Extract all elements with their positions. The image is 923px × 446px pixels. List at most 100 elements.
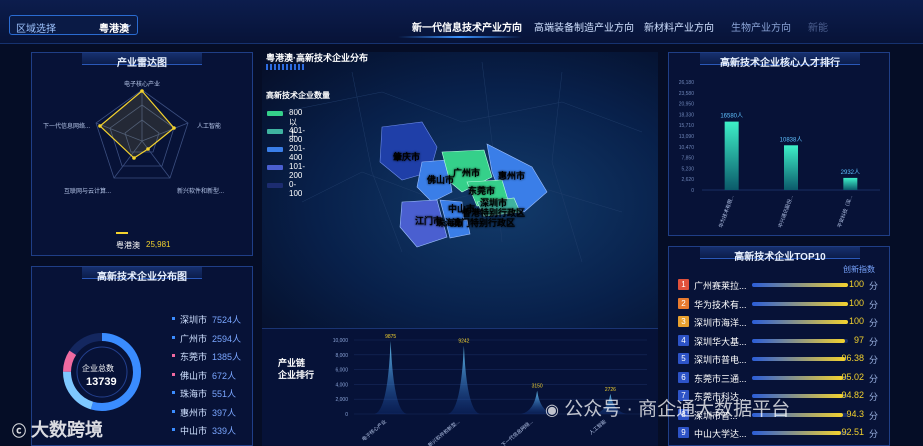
top10-rank: 1 [678,279,689,290]
top10-score: 94.82 [841,390,864,400]
talent-ytick: 23,580 [679,91,695,97]
map-city-label: 深圳市 [480,197,507,208]
talent-ytick: 0 [691,188,694,194]
chain-category-label: 电子核心产业 [360,418,387,443]
chain-ytick: 4,000 [335,382,348,388]
talent-ytick: 13,090 [679,134,695,140]
distribution-total-value: 13739 [86,376,117,388]
top10-row[interactable]: 5 深圳市普电... 96.38 分 [678,351,888,370]
watermark-right-text: 公众号 · 商企通大数据平台 [564,399,791,420]
map-city-label: 东莞市 [468,185,495,196]
tab-energy[interactable]: 新能 [808,19,828,34]
top10-bar-fill [752,301,848,306]
tab-ngit[interactable]: 新一代信息技术产业方向 [412,19,522,34]
top10-score: 97 [853,334,864,345]
map-city-label: 澳门特别行政区 [452,217,515,228]
top10-title: 高新技术企业TOP10 [734,252,826,263]
distribution-value: 551人 [212,389,237,399]
watermark-logo-icon: ⓒ [12,423,26,439]
watermark-left-text: 大数跨境 [31,420,104,440]
talent-ytick: 18,330 [679,112,695,118]
top10-row[interactable]: 4 深圳华大基... 97 分 [678,333,888,352]
distribution-value: 397人 [212,407,237,418]
distribution-city: 珠海市 [180,389,208,399]
talent-value-label: 2932人 [841,169,860,176]
chain-category-label: 下一代信息网络... [500,418,535,446]
top10-bar-fill [752,338,846,343]
distribution-item: 广州市 2594人 [172,332,252,351]
talent-bar [784,145,798,190]
top10-rank: 2 [678,297,689,309]
talent-ytick: 7,850 [681,156,694,162]
top10-bar-track [752,357,848,361]
radar-series-area [99,90,175,159]
top10-score: 94.3 [846,408,864,419]
wechat-icon: ◉ [545,402,559,419]
top10-bar-track [752,301,848,306]
distribution-dot [172,391,175,394]
distribution-city: 中山市 [180,426,208,436]
radar-legend-name: 粤港澳 [116,241,140,250]
chain-value-label: 9875 [385,334,396,340]
map-city-label: 佛山市 [426,174,454,185]
chevron-down-icon: ⌄ [124,19,133,30]
map-city-label: 广州市 [453,167,480,178]
distribution-city: 惠州市 [180,407,208,418]
distribution-item: 惠州市 397人 [172,406,252,425]
watermark-right: ◉ 公众号 · 商企通大数据平台 [545,394,790,421]
radar-legend-swatch [116,232,128,234]
talent-value-label: 16580人 [720,113,743,120]
top10-unit: 分 [868,336,878,347]
chain-value-label: 2726 [605,387,616,393]
distribution-dot [172,428,175,431]
top10-bar-track [752,375,848,380]
chain-value-label: 9242 [458,339,469,345]
distribution-value: 2594人 [212,333,242,344]
top10-rank: 5 [678,353,689,364]
radar-legend-value: 25,981 [146,240,171,249]
distribution-dot [172,372,175,376]
map-city-label: 香港特别行政区 [461,207,525,218]
top10-row[interactable]: 1 广州赛莱拉... 100 分 [678,277,888,296]
region-select[interactable]: 区域选择 粤港澳 ⌄ [9,15,138,35]
talent-category-label: 中兴通讯股份... [777,194,795,229]
radar-axis-label: 人工智能 [197,122,221,130]
talent-bar [724,121,739,190]
top10-row[interactable]: 3 深圳市海洋... 100 分 [678,314,888,333]
distribution-city: 广州市 [180,333,208,344]
watermark-left: ⓒ 大数跨境 [12,416,103,442]
top10-bar-track [752,320,848,324]
talent-category-label: 平安科技（深... [836,194,854,229]
distribution-list: 深圳市 7524人 广州市 2594人 东莞市 1385人 佛山市 672人 珠海市 551人 惠州… [172,313,252,443]
top10-company: 华为技术有... [694,299,747,310]
top10-row[interactable]: 6 东莞市三通... 95.02 分 [678,370,888,389]
top10-unit: 分 [868,410,878,421]
top10-score: 95.02 [841,371,864,382]
top10-bar-track [752,338,848,343]
top10-company: 深圳市普电... [694,355,747,365]
top10-rank: 6 [678,371,689,383]
tab-materials[interactable]: 新材料产业方向 [644,19,714,34]
map-city-label: 肇庆市 [393,151,420,162]
top10-row[interactable]: 2 华为技术有... 100 分 [678,296,888,315]
radar-chart: 电子核心产业 人工智能 新兴软件和新型... 互联网与云计算... 下一代信息网… [43,80,224,195]
map-svg: 肇庆市 佛山市 广州市 东莞市 惠州市 深圳市 中山市 江门市 珠海市 香港特别… [281,61,643,263]
chain-ytick: 0 [345,412,348,418]
distribution-dot [172,317,175,320]
distribution-value: 339人 [212,426,237,436]
tab-bio[interactable]: 生物产业方向 [731,19,791,34]
map-city-label: 惠州市 [498,170,525,181]
talent-category-label: 华为技术有限... [717,194,735,229]
distribution-value: 672人 [212,370,237,381]
talent-ytick: 15,710 [679,123,695,129]
region-select-label: 区域选择 [16,24,56,35]
top10-unit: 分 [868,318,878,328]
talent-ytick: 26,180 [679,80,695,86]
distribution-total-label: 企业总数 [82,364,114,373]
talent-ytick: 5,230 [681,166,694,172]
top10-score: 100 [848,297,864,308]
tab-equipment[interactable]: 高端装备制造产业方向 [534,19,634,34]
distribution-dot [172,335,175,339]
top10-row[interactable]: 9 中山大学达... 92.51 分 [678,425,888,444]
distribution-city: 佛山市 [180,370,208,381]
